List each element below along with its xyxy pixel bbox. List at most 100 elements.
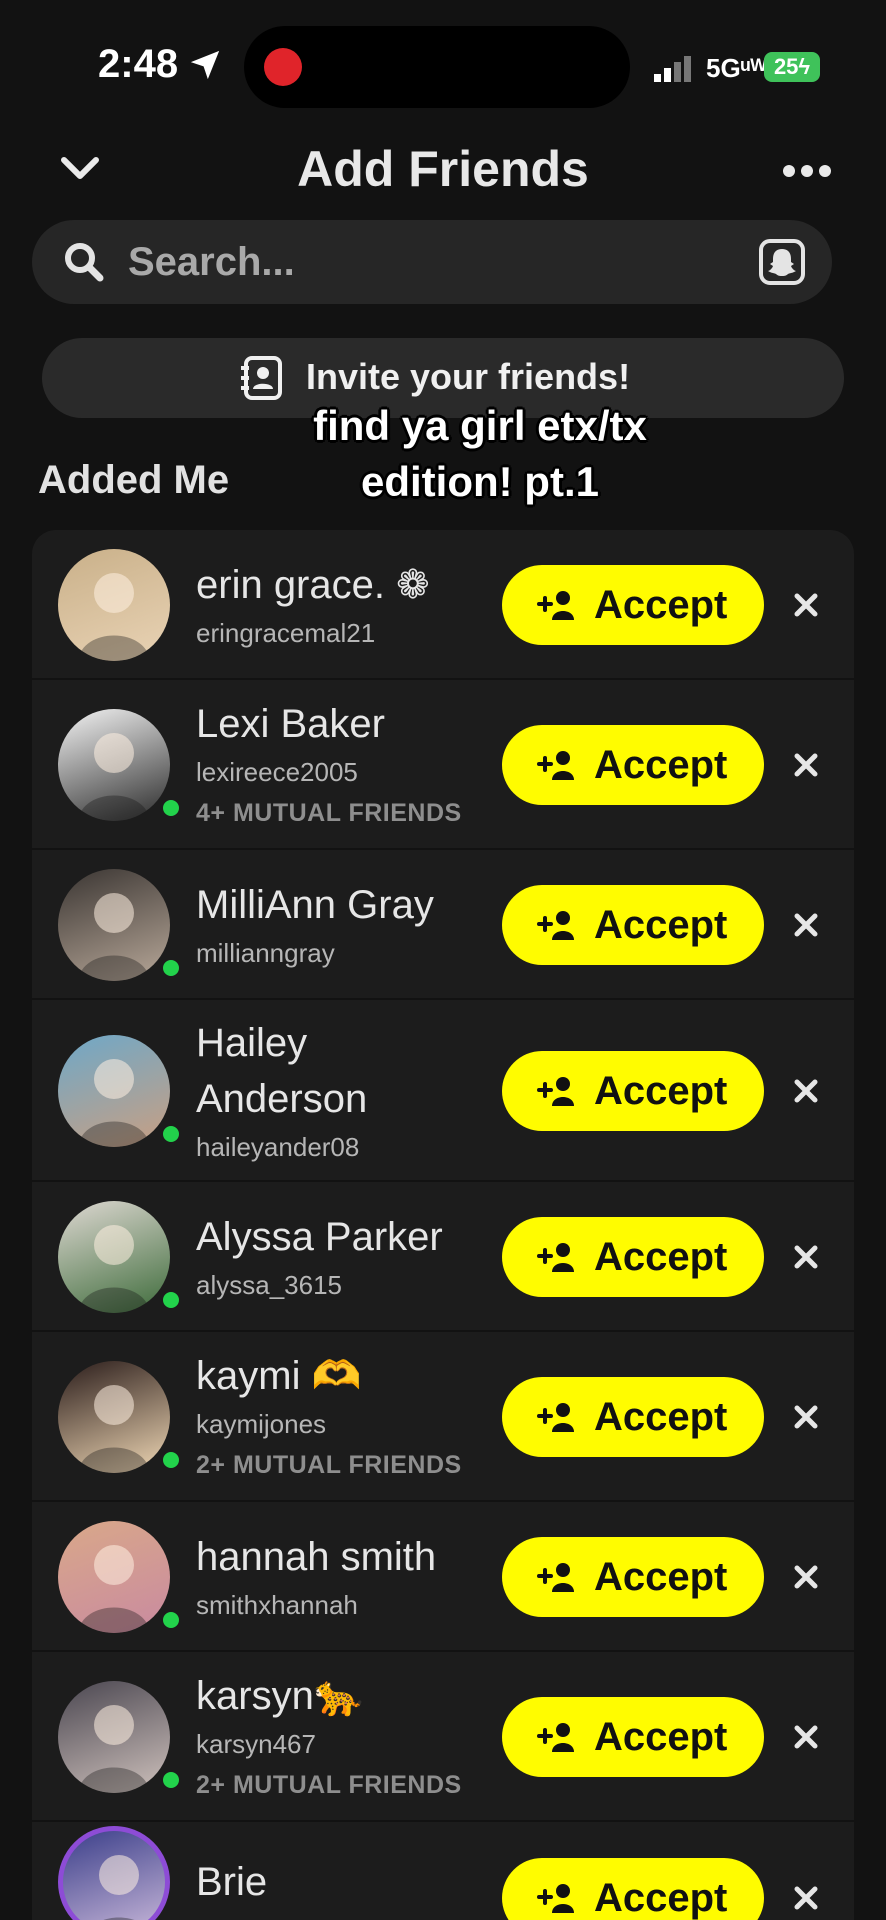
friend-info: erin grace. ❁ eringracemal21 (196, 557, 496, 653)
avatar[interactable] (58, 709, 170, 821)
dismiss-close-icon[interactable] (790, 1241, 822, 1273)
friend-username: alyssa_3615 (196, 1270, 342, 1300)
mutual-friends-count: 2+ MUTUAL FRIENDS (196, 1451, 462, 1479)
avatar[interactable] (58, 1035, 170, 1147)
accept-button[interactable]: Accept (502, 1537, 764, 1617)
dismiss-close-icon[interactable] (790, 1075, 822, 1107)
friend-username: lexireece2005 (196, 757, 358, 787)
search-input[interactable] (128, 236, 748, 288)
avatar[interactable] (58, 549, 170, 661)
friend-request-row[interactable]: hannah smith smithxhannah Accept (32, 1502, 854, 1652)
online-status-dot (160, 957, 182, 979)
friend-request-row[interactable]: MilliAnn Gray millianngray Accept (32, 850, 854, 1000)
friend-request-row[interactable]: Lexi Baker lexireece2005 4+ MUTUAL FRIENDS… (32, 680, 854, 850)
friend-info: MilliAnn Gray millianngray (196, 877, 496, 973)
page-title: Add Friends (297, 141, 589, 197)
caption-line-2: edition! pt.1 (361, 458, 599, 505)
accept-label: Accept (594, 1069, 728, 1113)
recording-indicator-icon (264, 48, 302, 86)
dismiss-close-icon[interactable] (790, 749, 822, 781)
add-friend-icon (537, 1884, 574, 1913)
friend-display-name: Brie (196, 1860, 268, 1904)
accept-label: Accept (594, 1395, 728, 1439)
avatar[interactable] (58, 869, 170, 981)
add-friend-icon (537, 591, 574, 620)
more-options-icon[interactable] (782, 160, 832, 182)
accept-button[interactable]: Accept (502, 1377, 764, 1457)
accept-label: Accept (594, 1876, 728, 1920)
accept-button[interactable]: Accept (502, 1051, 764, 1131)
avatar[interactable] (58, 1826, 170, 1920)
accept-label: Accept (594, 1715, 728, 1759)
accept-label: Accept (594, 743, 728, 787)
add-friend-icon (537, 1403, 574, 1432)
dismiss-close-icon[interactable] (790, 589, 822, 621)
avatar[interactable] (58, 1681, 170, 1793)
add-friend-icon (537, 1243, 574, 1272)
accept-label: Accept (594, 583, 728, 627)
add-friend-icon (537, 1077, 574, 1106)
accept-label: Accept (594, 903, 728, 947)
friend-display-name: Alyssa Parker (196, 1215, 443, 1259)
avatar[interactable] (58, 1201, 170, 1313)
friend-username: karsyn467 (196, 1729, 316, 1759)
dismiss-close-icon[interactable] (790, 1561, 822, 1593)
friend-username: haileyander08 (196, 1132, 360, 1162)
mutual-friends-count: 4+ MUTUAL FRIENDS (196, 799, 462, 827)
snapcode-icon[interactable] (758, 238, 806, 286)
accept-button[interactable]: Accept (502, 1697, 764, 1777)
friend-request-row[interactable]: karsyn🐆 karsyn467 2+ MUTUAL FRIENDS Accept (32, 1652, 854, 1822)
signal-bars-icon (654, 56, 691, 82)
accept-label: Accept (594, 1555, 728, 1599)
friend-username: millianngray (196, 938, 335, 968)
friend-info: Alyssa Parker alyssa_3615 (196, 1209, 496, 1305)
accept-button[interactable]: Accept (502, 565, 764, 645)
avatar[interactable] (58, 1361, 170, 1473)
friend-display-name: kaymi 🫶 (196, 1354, 362, 1398)
status-bar: 2:48 5Gᵘᵂ 25ϟ (0, 0, 886, 130)
accept-button[interactable]: Accept (502, 885, 764, 965)
search-icon (65, 243, 104, 282)
friend-display-name: MilliAnn Gray (196, 883, 434, 927)
online-status-dot (160, 1609, 182, 1631)
friend-request-row[interactable]: Hailey Anderson haileyander08 Accept (32, 1000, 854, 1182)
add-friend-icon (537, 1563, 574, 1592)
accept-button[interactable]: Accept (502, 1217, 764, 1297)
friend-display-name: karsyn🐆 (196, 1674, 364, 1718)
online-status-dot (160, 1123, 182, 1145)
friend-request-row[interactable]: Alyssa Parker alyssa_3615 Accept (32, 1182, 854, 1332)
friend-info: Lexi Baker lexireece2005 4+ MUTUAL FRIENDS (196, 696, 496, 834)
add-friend-icon (537, 911, 574, 940)
video-caption-overlay: find ya girl etx/tx edition! pt.1 (0, 398, 886, 510)
friend-request-row[interactable]: kaymi 🫶 kaymijones 2+ MUTUAL FRIENDS Accept (32, 1332, 854, 1502)
friend-info: Hailey Anderson haileyander08 (196, 1015, 496, 1167)
accept-button[interactable]: Accept (502, 1858, 764, 1920)
dismiss-close-icon[interactable] (790, 1882, 822, 1914)
dismiss-close-icon[interactable] (790, 1721, 822, 1753)
friend-display-name: hannah smith (196, 1535, 437, 1579)
accept-button[interactable]: Accept (502, 725, 764, 805)
add-friend-icon (537, 751, 574, 780)
invite-friends-label: Invite your friends! (306, 356, 631, 397)
search-bar[interactable] (32, 220, 832, 304)
friend-display-name: Hailey Anderson (196, 1021, 368, 1121)
dismiss-close-icon[interactable] (790, 909, 822, 941)
friend-request-row[interactable]: erin grace. ❁ eringracemal21 Accept (32, 530, 854, 680)
friend-info: kaymi 🫶 kaymijones 2+ MUTUAL FRIENDS (196, 1348, 496, 1486)
friend-username: eringracemal21 (196, 618, 376, 648)
avatar[interactable] (58, 1521, 170, 1633)
friend-info: karsyn🐆 karsyn467 2+ MUTUAL FRIENDS (196, 1668, 496, 1806)
online-status-dot (160, 1769, 182, 1791)
network-type: 5Gᵘᵂ (706, 53, 767, 83)
friend-display-name: erin grace. ❁ (196, 563, 430, 607)
friend-username: smithxhannah (196, 1590, 358, 1620)
friend-username: kaymijones (196, 1409, 327, 1439)
friend-request-list: erin grace. ❁ eringracemal21 Accept Lexi Ba… (32, 530, 854, 1920)
online-status-dot (160, 797, 182, 819)
location-arrow-icon (190, 50, 220, 80)
dismiss-close-icon[interactable] (790, 1401, 822, 1433)
accept-label: Accept (594, 1235, 728, 1279)
friend-request-row[interactable]: Brie Accept (32, 1822, 854, 1920)
status-time: 2:48 (98, 42, 179, 86)
online-status-dot (160, 1449, 182, 1471)
